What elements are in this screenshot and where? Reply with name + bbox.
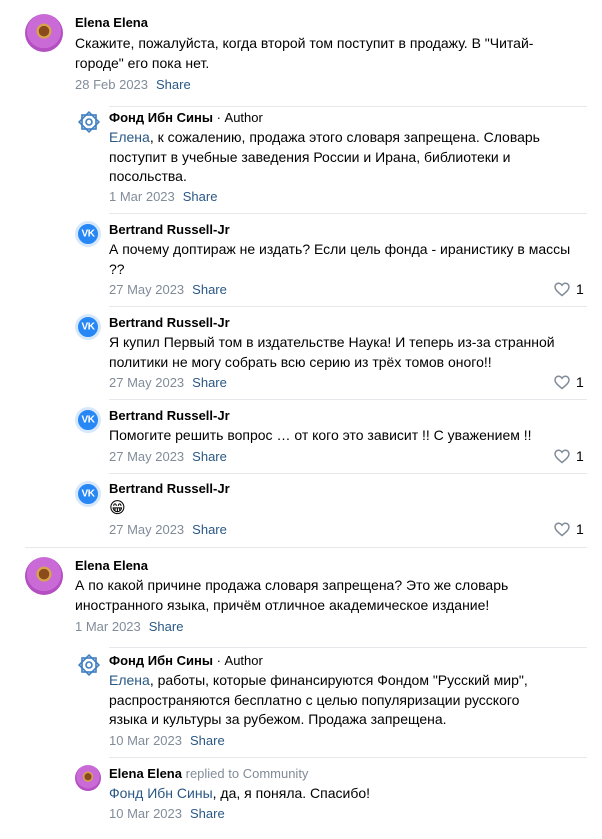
comment-author[interactable]: Bertrand Russell-Jr <box>109 315 230 330</box>
share-button[interactable]: Share <box>183 189 218 204</box>
author-badge: Author <box>224 653 263 668</box>
like-button[interactable]: 1 <box>554 521 584 537</box>
vk-avatar-icon[interactable]: VK <box>75 407 101 433</box>
comment-meta: 10 Mar 2023 Share <box>109 733 225 748</box>
comment-date[interactable]: 1 Mar 2023 <box>75 619 141 634</box>
vk-avatar-icon[interactable]: VK <box>75 481 101 507</box>
comment-date[interactable]: 10 Mar 2023 <box>109 806 182 821</box>
heart-outline-icon <box>554 282 570 297</box>
vk-avatar-icon[interactable]: VK <box>75 221 101 247</box>
share-button[interactable]: Share <box>190 806 225 821</box>
comment-meta: 1 Mar 2023 Share <box>109 189 217 204</box>
comment-author[interactable]: Фонд Ибн Сины · Author <box>109 653 263 668</box>
comment-author[interactable]: Фонд Ибн Сины · Author <box>109 110 263 125</box>
user-avatar[interactable] <box>25 14 63 52</box>
mention-link[interactable]: Елена <box>109 129 150 145</box>
comment-date[interactable]: 1 Mar 2023 <box>109 189 175 204</box>
share-button[interactable]: Share <box>149 619 184 634</box>
vk-avatar-icon[interactable]: VK <box>75 314 101 340</box>
share-button[interactable]: Share <box>192 449 227 464</box>
comment-meta: 27 May 2023 Share <box>109 375 227 390</box>
comment-meta: 1 Mar 2023 Share <box>75 619 183 634</box>
like-button[interactable]: 1 <box>554 448 584 464</box>
divider <box>109 647 587 648</box>
comment-date[interactable]: 28 Feb 2023 <box>75 77 148 92</box>
comment-date[interactable]: 10 Mar 2023 <box>109 733 182 748</box>
comment-text: 😁 <box>109 500 126 517</box>
comment-meta: 10 Mar 2023 Share <box>109 806 225 821</box>
comment-meta: 28 Feb 2023 Share <box>75 77 191 92</box>
comment-meta: 27 May 2023 Share <box>109 522 227 537</box>
share-button[interactable]: Share <box>192 522 227 537</box>
user-avatar[interactable] <box>25 557 63 595</box>
divider <box>109 213 587 214</box>
comment-text: А по какой причине продажа словаря запре… <box>75 577 509 613</box>
like-count: 1 <box>576 448 584 464</box>
share-button[interactable]: Share <box>156 77 191 92</box>
user-avatar[interactable] <box>75 765 101 791</box>
comment-meta: 27 May 2023 Share <box>109 282 227 297</box>
fund-avatar-icon[interactable] <box>75 651 103 679</box>
share-button[interactable]: Share <box>190 733 225 748</box>
comment-date[interactable]: 27 May 2023 <box>109 282 184 297</box>
divider <box>109 473 587 474</box>
heart-outline-icon <box>554 522 570 537</box>
replied-to-label: replied to Community <box>185 766 309 781</box>
comment-author[interactable]: Elena Elena <box>75 15 148 30</box>
comment-author[interactable]: Elena Elena replied to Community <box>109 766 308 781</box>
comment-date[interactable]: 27 May 2023 <box>109 522 184 537</box>
comment-author[interactable]: Bertrand Russell-Jr <box>109 481 230 496</box>
comment-author[interactable]: Bertrand Russell-Jr <box>109 408 230 423</box>
comment-text: А почему доптираж не издать? Если цель ф… <box>109 241 571 277</box>
share-button[interactable]: Share <box>192 375 227 390</box>
comment-text: Фонд Ибн Сины, да, я поняла. Спасибо! <box>109 785 371 801</box>
comment-date[interactable]: 27 May 2023 <box>109 375 184 390</box>
like-button[interactable]: 1 <box>554 281 584 297</box>
heart-outline-icon <box>554 375 570 390</box>
divider <box>109 757 587 758</box>
mention-link[interactable]: Фонд Ибн Сины <box>109 785 213 801</box>
like-count: 1 <box>576 374 584 390</box>
like-count: 1 <box>576 521 584 537</box>
comment-date[interactable]: 27 May 2023 <box>109 449 184 464</box>
like-button[interactable]: 1 <box>554 374 584 390</box>
like-count: 1 <box>576 281 584 297</box>
divider <box>109 306 587 307</box>
comment-text: Помогите решить вопрос … от кого это зав… <box>109 427 532 443</box>
divider <box>25 547 587 548</box>
fund-avatar-icon[interactable] <box>75 108 103 136</box>
heart-outline-icon <box>554 449 570 464</box>
share-button[interactable]: Share <box>192 282 227 297</box>
comment-author[interactable]: Bertrand Russell-Jr <box>109 222 230 237</box>
comment-text: Елена, к сожалению, продажа этого словар… <box>109 129 540 184</box>
author-badge: Author <box>224 110 263 125</box>
divider <box>109 106 587 107</box>
comment-text: Елена, работы, которые финансируются Фон… <box>109 672 528 727</box>
comment-text: Я купил Первый том в издательстве Наука!… <box>109 334 555 370</box>
divider <box>109 399 587 400</box>
mention-link[interactable]: Елена <box>109 672 150 688</box>
comment-meta: 27 May 2023 Share <box>109 449 227 464</box>
comment-text: Скажите, пожалуйста, когда второй том по… <box>75 35 534 71</box>
comment-author[interactable]: Elena Elena <box>75 558 148 573</box>
